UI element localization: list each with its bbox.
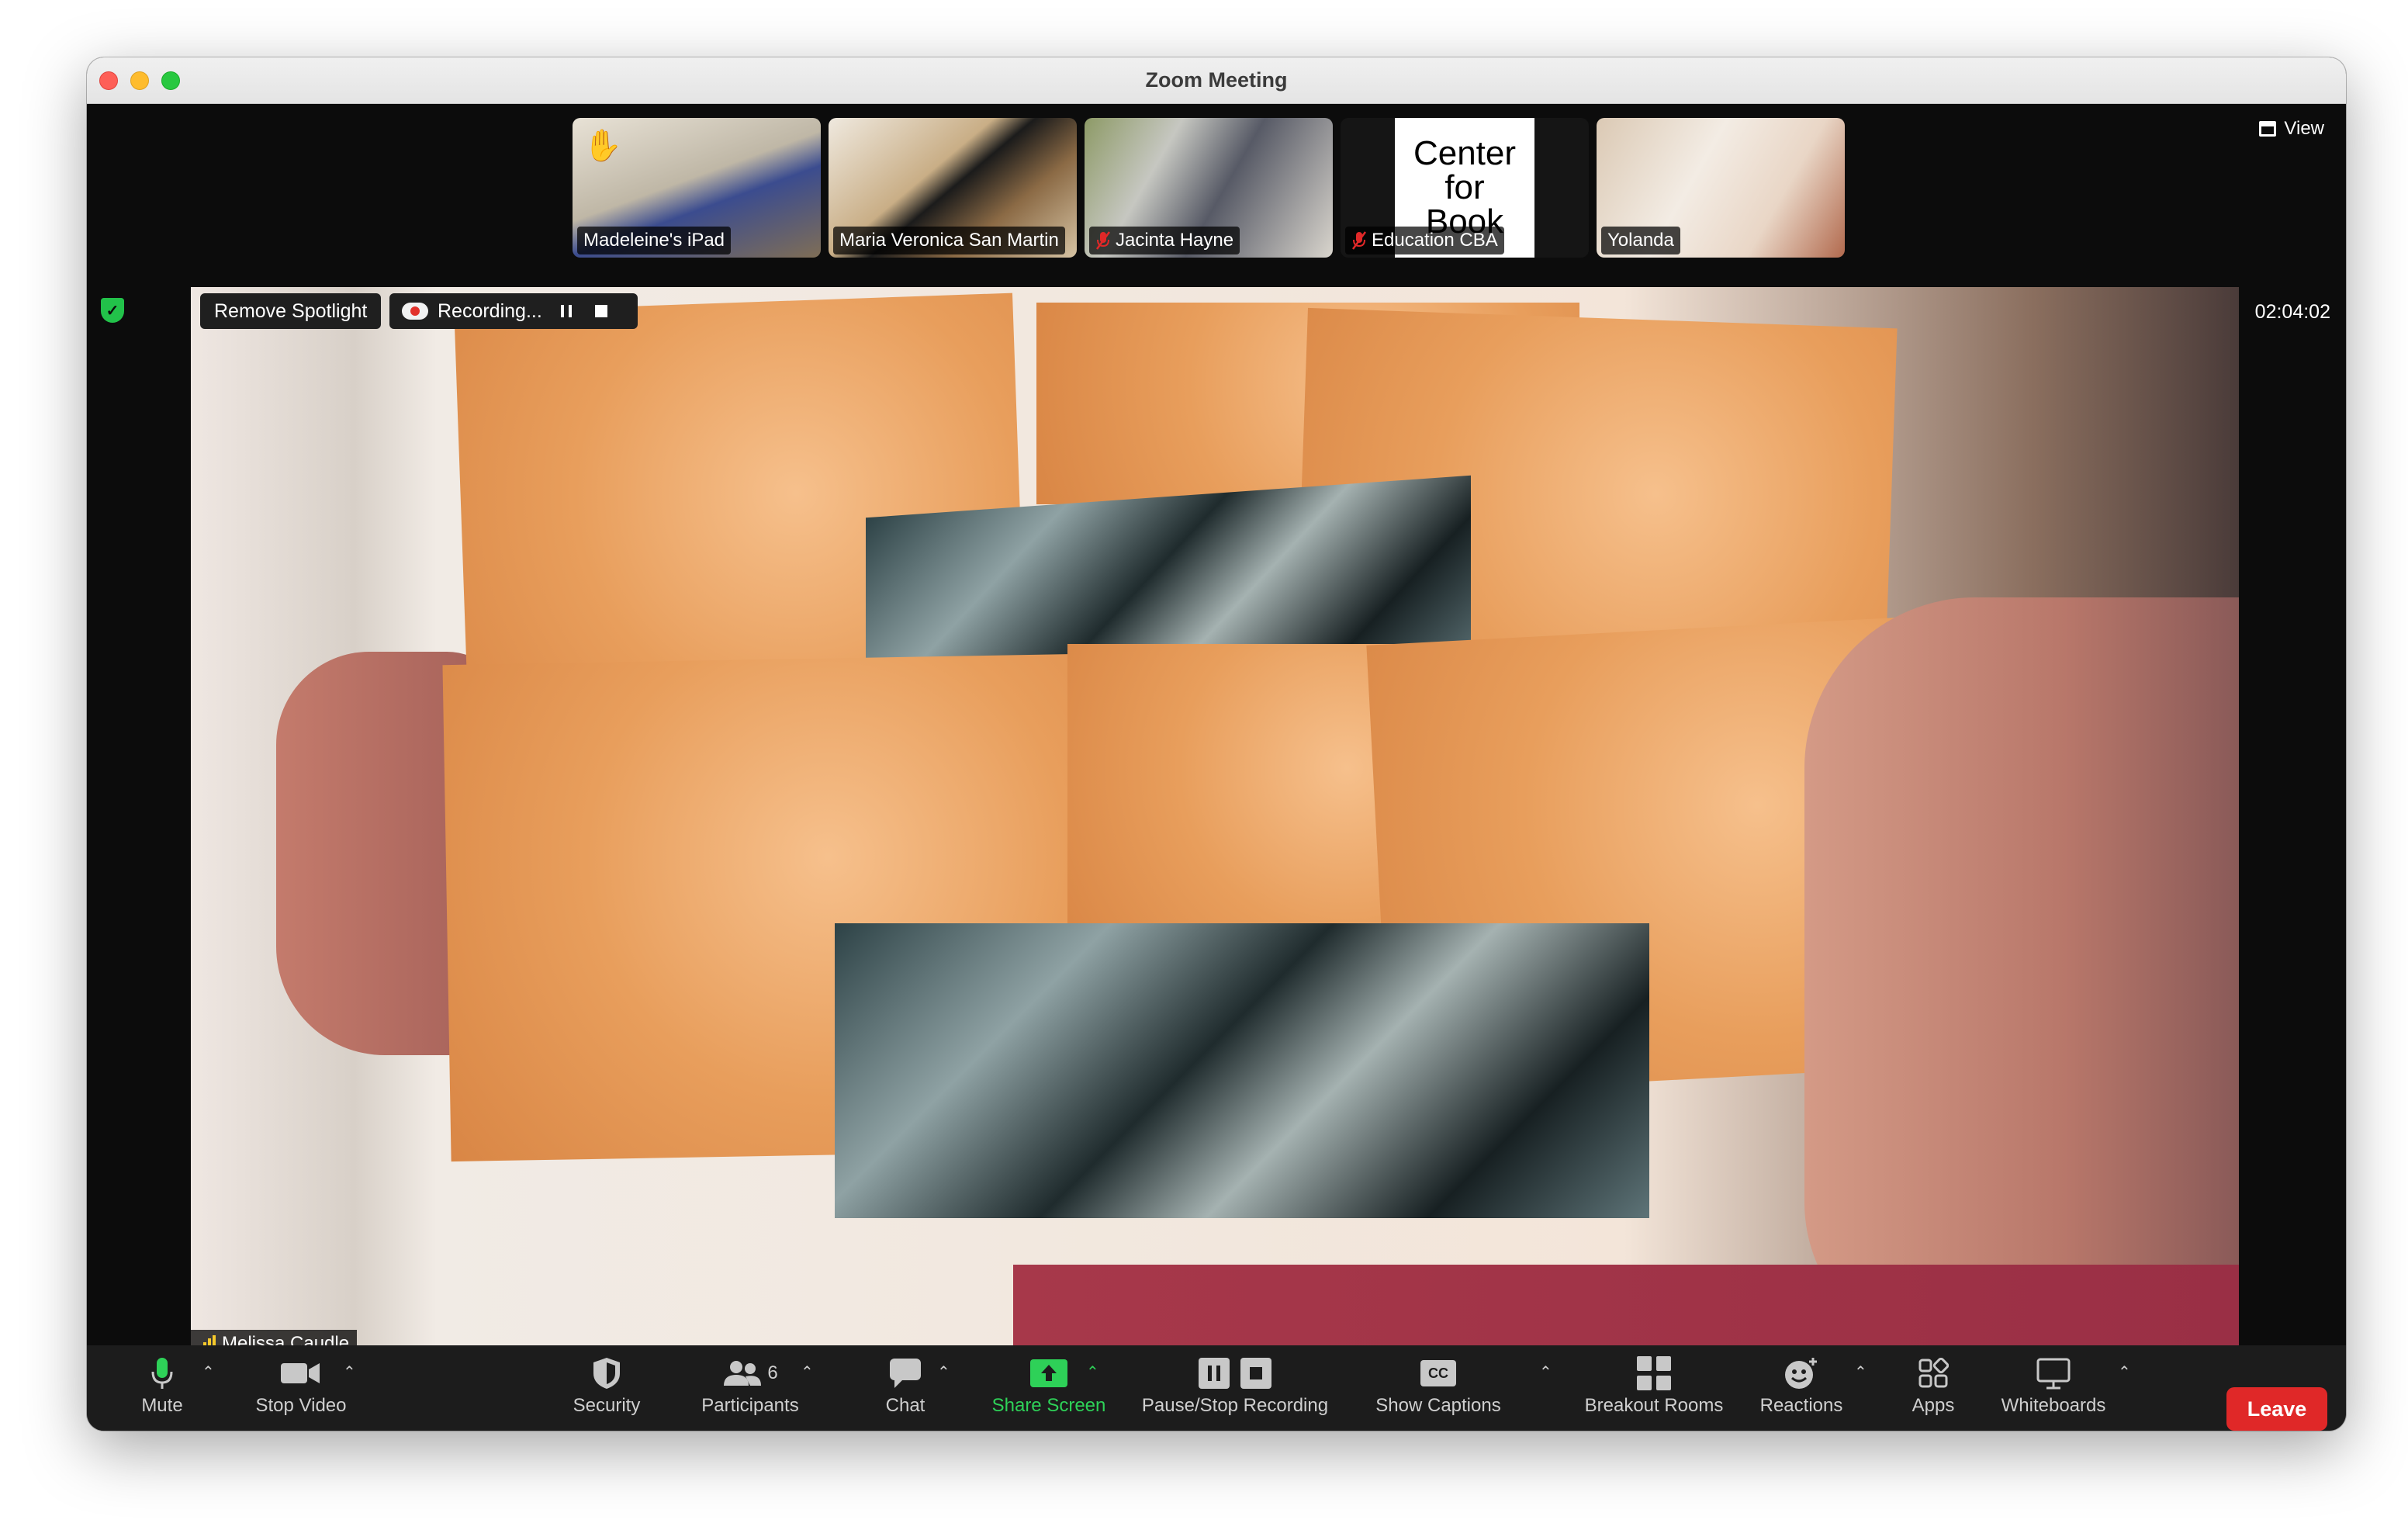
chat-bubble-icon: [890, 1359, 921, 1388]
participant-thumbnail[interactable]: ✋ Madeleine's iPad: [573, 118, 821, 258]
reactions-button[interactable]: Reactions: [1755, 1353, 1848, 1423]
video-options-chevron-icon[interactable]: ⌃: [343, 1362, 356, 1382]
chat-button[interactable]: Chat: [863, 1353, 948, 1423]
apps-button[interactable]: Apps: [1894, 1353, 1972, 1423]
shield-icon: [593, 1358, 620, 1389]
participant-thumbnail[interactable]: Maria Veronica San Martin: [829, 118, 1077, 258]
stop-icon: [1240, 1358, 1271, 1389]
chat-options-chevron-icon[interactable]: ⌃: [937, 1362, 950, 1382]
encryption-shield-icon[interactable]: ✓: [101, 298, 124, 323]
window-title: Zoom Meeting: [1145, 68, 1288, 92]
show-captions-button[interactable]: CC Show Captions: [1353, 1353, 1524, 1423]
whiteboard-icon: [2036, 1358, 2071, 1390]
closed-captions-icon: CC: [1420, 1360, 1456, 1386]
apps-icon: [1918, 1358, 1949, 1388]
title-bar: Zoom Meeting: [87, 57, 2346, 104]
microphone-muted-icon: [1351, 231, 1367, 250]
video-camera-icon: [281, 1363, 320, 1383]
participant-name-label: Jacinta Hayne: [1089, 227, 1240, 254]
captions-options-chevron-icon[interactable]: ⌃: [1539, 1362, 1552, 1382]
pause-icon: [1199, 1358, 1230, 1389]
pause-recording-button[interactable]: [560, 305, 572, 317]
reactions-options-chevron-icon[interactable]: ⌃: [1854, 1362, 1867, 1382]
whiteboards-options-chevron-icon[interactable]: ⌃: [2118, 1362, 2131, 1382]
participant-thumbnail[interactable]: Yolanda: [1597, 118, 1845, 258]
meeting-toolbar: Mute ⌃ Stop Video ⌃ Security 6 Participa…: [87, 1345, 2346, 1431]
participants-button[interactable]: 6 Participants: [684, 1353, 816, 1423]
participants-options-chevron-icon[interactable]: ⌃: [801, 1362, 814, 1382]
whiteboards-button[interactable]: Whiteboards: [1988, 1353, 2119, 1423]
microphone-muted-icon: [1095, 231, 1111, 250]
share-screen-button[interactable]: Share Screen: [971, 1353, 1126, 1423]
participants-count: 6: [767, 1362, 778, 1383]
share-screen-icon: [1030, 1359, 1067, 1387]
participant-name-label: Maria Veronica San Martin: [833, 227, 1065, 254]
participants-icon: [724, 1361, 762, 1386]
participant-name-label: Education CBA: [1345, 227, 1504, 254]
participant-name-label: Madeleine's iPad: [577, 227, 732, 254]
raised-hand-icon: ✋: [583, 129, 622, 163]
security-button[interactable]: Security: [552, 1353, 661, 1423]
breakout-rooms-button[interactable]: Breakout Rooms: [1576, 1353, 1732, 1423]
meeting-timer: 02:04:02: [2254, 301, 2330, 323]
mute-button[interactable]: Mute: [119, 1353, 205, 1423]
smiley-reaction-icon: [1785, 1358, 1817, 1389]
view-grid-icon: [2259, 121, 2277, 137]
stop-recording-button[interactable]: [594, 305, 607, 317]
active-speaker-video[interactable]: [191, 287, 2239, 1358]
participant-thumbnail[interactable]: Jacinta Hayne: [1085, 118, 1333, 258]
leave-meeting-button[interactable]: Leave: [2226, 1387, 2327, 1431]
participant-name-label: Yolanda: [1601, 227, 1680, 254]
participant-thumbnail[interactable]: Center for Book Education CBA: [1341, 118, 1589, 258]
breakout-rooms-icon: [1637, 1356, 1671, 1390]
remove-spotlight-button[interactable]: Remove Spotlight: [200, 293, 382, 329]
view-button[interactable]: View: [2259, 118, 2324, 140]
microphone-icon: [151, 1358, 173, 1389]
cloud-recording-icon: [402, 303, 428, 320]
share-options-chevron-icon[interactable]: ⌃: [1086, 1362, 1099, 1382]
recording-indicator: Recording...: [389, 293, 638, 329]
hand: [1804, 597, 2239, 1358]
pause-stop-recording-button[interactable]: Pause/Stop Recording: [1119, 1353, 1351, 1423]
audio-options-chevron-icon[interactable]: ⌃: [202, 1362, 215, 1382]
zoom-window: Zoom Meeting ✋ Madeleine's iPad Maria Ve…: [87, 57, 2346, 1431]
